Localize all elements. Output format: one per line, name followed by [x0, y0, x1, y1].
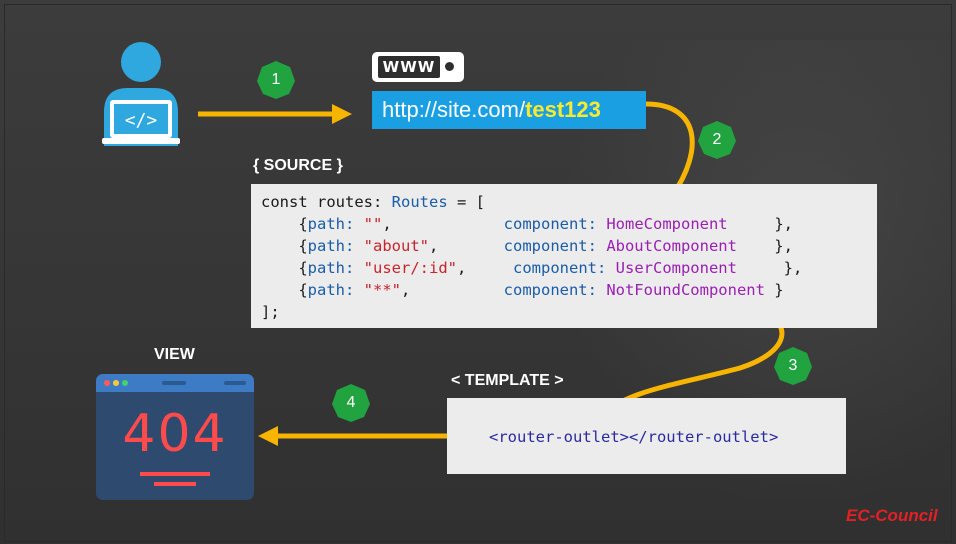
- route-line: {path: "", component: HomeComponent },: [261, 215, 793, 233]
- route-line: {path: "user/:id", component: UserCompon…: [261, 259, 803, 277]
- template-label: < TEMPLATE >: [451, 372, 564, 389]
- url-bar: http://site.com/test123: [372, 91, 646, 129]
- developer-icon: </>: [102, 42, 180, 146]
- step-badge-1: 1: [256, 60, 296, 100]
- window-titlebar: [96, 374, 254, 392]
- error-404-text: 404: [122, 404, 228, 464]
- url-prefix: http://site.com/: [382, 97, 526, 122]
- step-badge-4: 4: [331, 383, 371, 423]
- window-tab: [224, 381, 246, 385]
- route-line: {path: "**", component: NotFoundComponen…: [261, 281, 784, 299]
- view-label: VIEW: [154, 346, 195, 363]
- source-label: { SOURCE }: [253, 157, 343, 174]
- error-underline: [140, 472, 210, 476]
- url-path: test123: [525, 97, 601, 122]
- www-dot: [445, 62, 454, 71]
- route-line: {path: "about", component: AboutComponen…: [261, 237, 793, 255]
- routes-code-block: const routes: Routes = [ {path: "", comp…: [251, 184, 877, 328]
- window-tab: [162, 381, 186, 385]
- brand-logo: EC-Council: [846, 506, 938, 525]
- step-badge-3: 3: [773, 346, 813, 386]
- router-outlet-code: <router-outlet></router-outlet>: [489, 428, 779, 446]
- error-underline: [154, 482, 196, 486]
- slide: </> 1 2 3 4 WWW http://site.com/test123 …: [0, 0, 956, 544]
- www-icon: WWW: [372, 52, 464, 82]
- template-code-block: <router-outlet></router-outlet>: [447, 398, 846, 474]
- step-badge-2: 2: [697, 120, 737, 160]
- window-dot: [113, 380, 119, 386]
- window-dot: [122, 380, 128, 386]
- svg-text:</>: </>: [125, 110, 158, 131]
- browser-window-icon: 404: [96, 374, 254, 500]
- code-text: const routes: Routes = [ {path: "", comp…: [261, 193, 803, 321]
- window-dot: [104, 380, 110, 386]
- www-label: WWW: [378, 56, 440, 78]
